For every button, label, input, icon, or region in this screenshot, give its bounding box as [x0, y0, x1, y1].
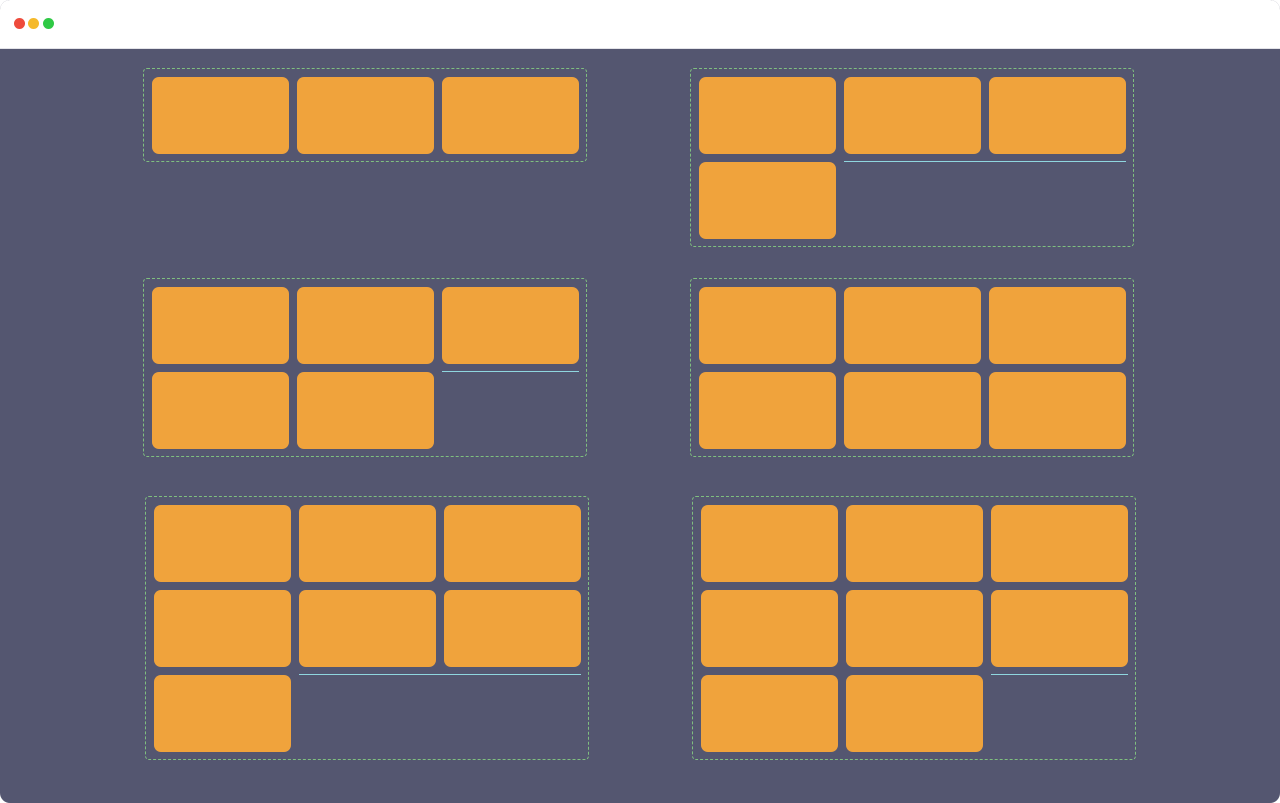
grid-item [991, 590, 1128, 667]
browser-window [0, 0, 1280, 803]
maximize-window-button[interactable] [43, 18, 54, 29]
grid-item [444, 505, 581, 582]
grid-item [699, 77, 836, 154]
grid-item [846, 505, 983, 582]
grid-item [701, 590, 838, 667]
grid-item [989, 372, 1126, 449]
grid-panel-8-items [692, 496, 1136, 760]
grid-item [844, 287, 981, 364]
grid-item [442, 287, 579, 364]
grid-guide-line [299, 674, 581, 675]
grid-item [152, 77, 289, 154]
grid-item [154, 505, 291, 582]
grid-container [701, 505, 1128, 752]
grid-container [699, 287, 1126, 449]
grid-container [152, 77, 579, 154]
grid-item [699, 287, 836, 364]
grid-item [701, 505, 838, 582]
grid-item [299, 505, 436, 582]
grid-item [846, 590, 983, 667]
grid-item [297, 77, 434, 154]
grid-item [152, 287, 289, 364]
grid-item [299, 590, 436, 667]
grid-item [699, 372, 836, 449]
close-window-button[interactable] [14, 18, 25, 29]
grid-item [297, 372, 434, 449]
grid-item [699, 162, 836, 239]
grid-panel-4-items [690, 68, 1134, 247]
grid-guide-line [442, 371, 579, 372]
grid-item [991, 505, 1128, 582]
grid-item [152, 372, 289, 449]
grid-item [154, 675, 291, 752]
grid-panel-3-items [143, 68, 587, 162]
grid-container [699, 77, 1126, 239]
grid-item [701, 675, 838, 752]
grid-item [989, 287, 1126, 364]
minimize-window-button[interactable] [28, 18, 39, 29]
grid-item [844, 77, 981, 154]
grid-container [154, 505, 581, 752]
grid-item [154, 590, 291, 667]
grid-panel-6-items [690, 278, 1134, 457]
grid-item [442, 77, 579, 154]
grid-item [989, 77, 1126, 154]
grid-item [444, 590, 581, 667]
grid-item [297, 287, 434, 364]
grid-panel-5-items [143, 278, 587, 457]
grid-container [152, 287, 579, 449]
window-titlebar [0, 0, 1280, 49]
grid-guide-line [844, 161, 1126, 162]
grid-guide-line [991, 674, 1128, 675]
grid-panel-7-items [145, 496, 589, 760]
grid-item [846, 675, 983, 752]
grid-item [844, 372, 981, 449]
